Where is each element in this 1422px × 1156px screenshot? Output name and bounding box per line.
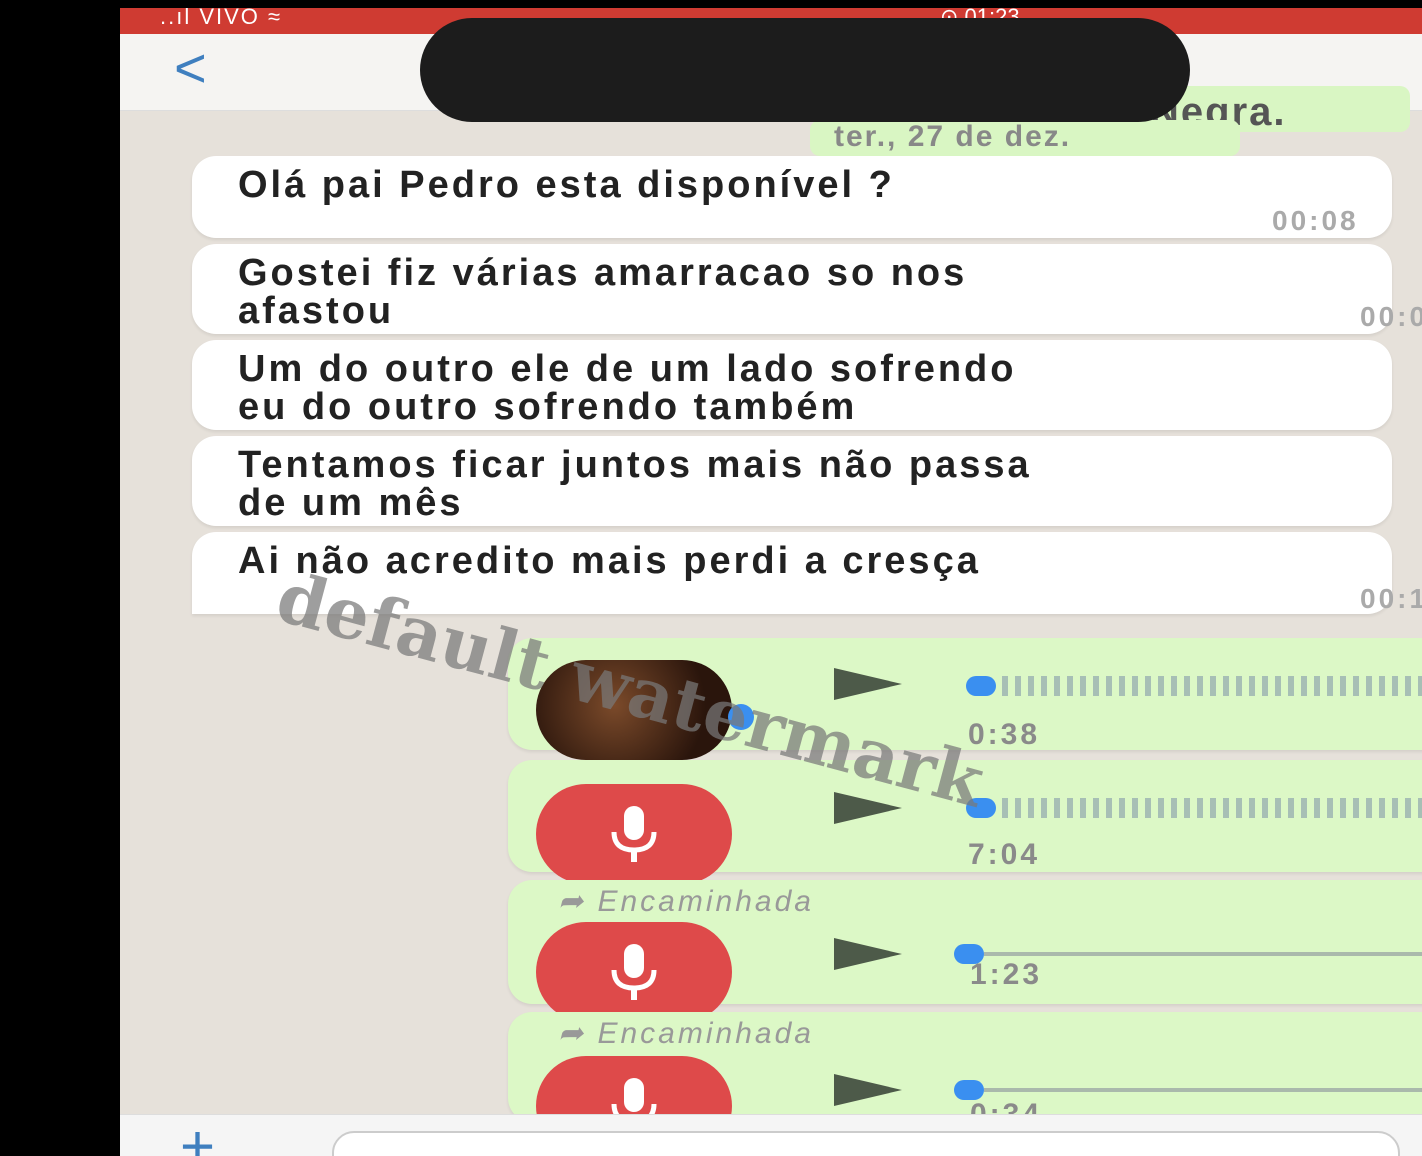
message-time: 00:10	[1360, 583, 1422, 614]
mic-avatar	[536, 922, 732, 1022]
microphone-icon	[611, 806, 657, 862]
play-icon[interactable]	[834, 938, 902, 970]
date-separator-text: ter., 27 de dez.	[834, 120, 1072, 153]
message-bubble[interactable]: Tentamos ficar juntos mais não passa de …	[192, 436, 1392, 526]
play-icon[interactable]	[834, 668, 902, 700]
voice-duration: 7:04	[968, 838, 1041, 871]
progress-dot[interactable]	[966, 676, 996, 696]
message-text: Um do outro ele de um lado sofrendo eu d…	[238, 348, 1017, 428]
message-time: 00:08	[1272, 205, 1359, 236]
voice-duration: 1:23	[970, 958, 1043, 991]
message-text: Olá pai Pedro esta disponível ?	[238, 164, 895, 206]
progress-dot[interactable]	[954, 1080, 984, 1100]
waveform[interactable]	[1002, 676, 1422, 696]
progress-track[interactable]	[984, 1088, 1422, 1092]
message-bubble[interactable]: Um do outro ele de um lado sofrendo eu d…	[192, 340, 1392, 430]
date-separator: ter., 27 de dez.	[810, 120, 1240, 156]
forwarded-label: ➦ Encaminhada	[558, 885, 814, 918]
redaction-bar	[420, 18, 1190, 122]
message-bubble[interactable]: Gostei fiz várias amarracao so nos afast…	[192, 244, 1422, 334]
message-text: Gostei fiz várias amarracao so nos afast…	[238, 252, 968, 332]
forward-arrow-icon: ➦	[558, 885, 598, 918]
voice-message[interactable]: ➦ Encaminhada 0:34	[508, 1012, 1422, 1156]
carrier-label: ..ıl VIVO ≈	[160, 8, 283, 29]
device-bezel-top	[0, 0, 1422, 8]
mic-avatar	[536, 784, 732, 884]
progress-track[interactable]	[984, 952, 1422, 956]
message-input[interactable]	[332, 1131, 1400, 1156]
forwarded-label: ➦ Encaminhada	[558, 1017, 814, 1050]
voice-message[interactable]: ➦ Encaminhada 1:23	[508, 880, 1422, 1022]
attach-button[interactable]: +	[180, 1117, 215, 1156]
message-bubble[interactable]: Olá pai Pedro esta disponível ? 00:08	[192, 156, 1392, 238]
compose-bar: +	[120, 1114, 1422, 1156]
play-icon[interactable]	[834, 1074, 902, 1106]
microphone-icon	[611, 944, 657, 1000]
back-button[interactable]: <	[174, 40, 207, 96]
forward-arrow-icon: ➦	[558, 1017, 598, 1050]
waveform[interactable]	[1002, 798, 1422, 818]
device-bezel-left	[0, 0, 120, 1156]
message-time: 00:09	[1360, 301, 1422, 332]
message-text: Tentamos ficar juntos mais não passa de …	[238, 444, 1032, 524]
